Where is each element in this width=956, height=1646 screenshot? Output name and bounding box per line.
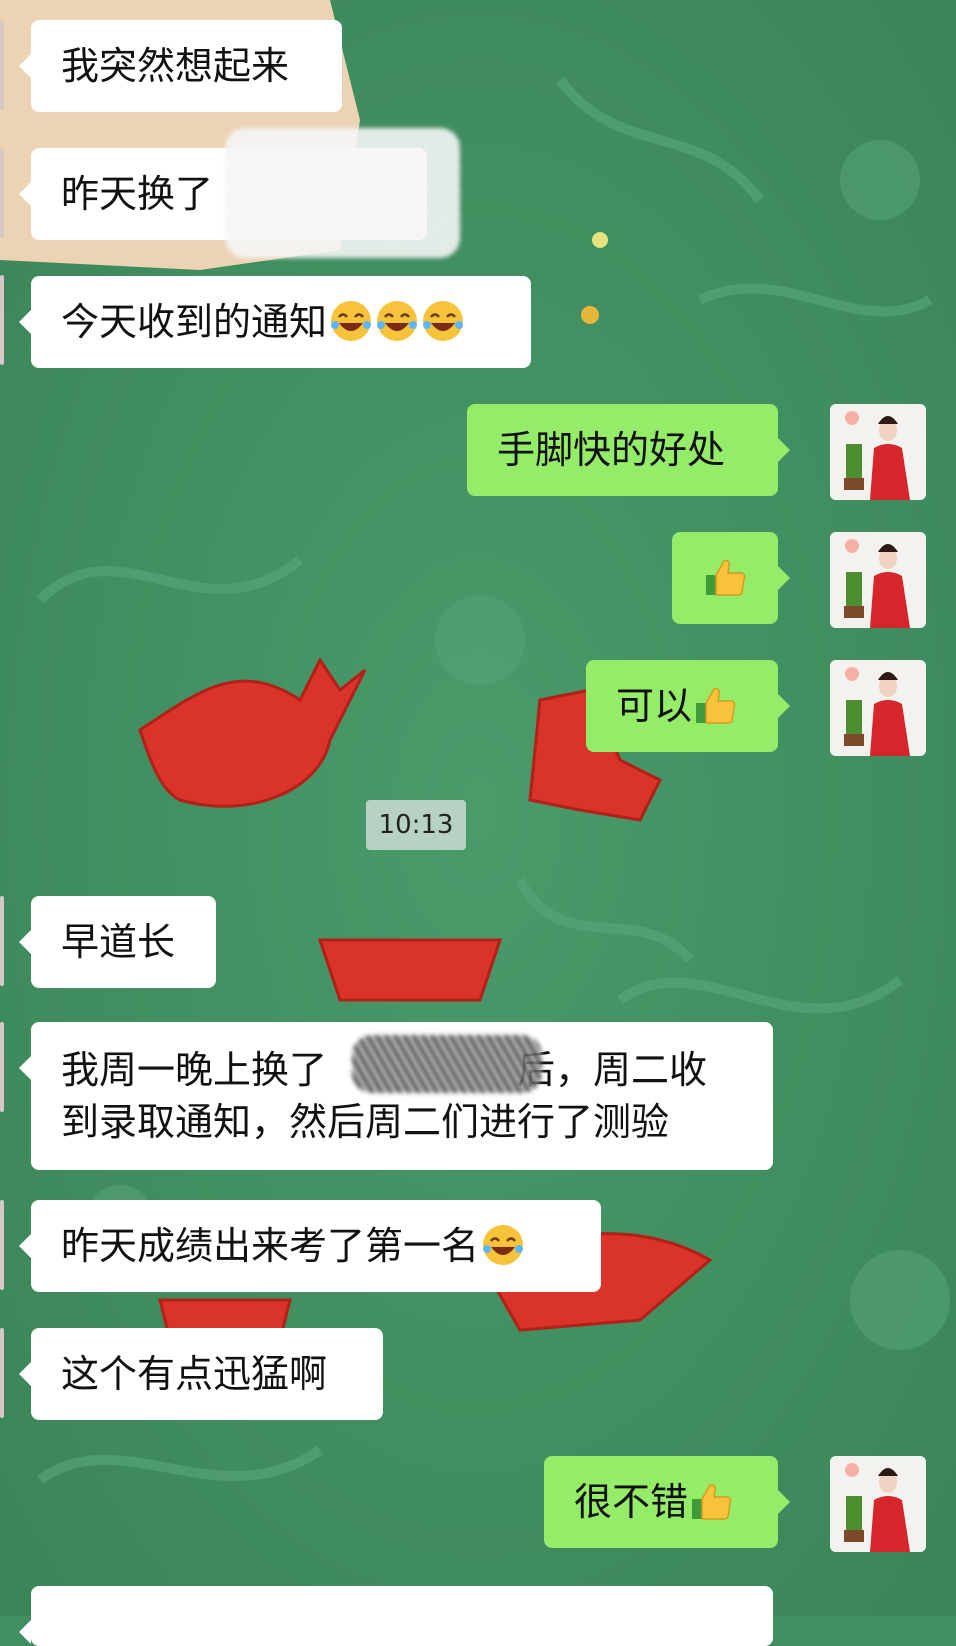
left-edge-avatar-strip	[0, 1200, 4, 1290]
avatar[interactable]	[830, 1456, 926, 1552]
thumbs-up-emoji	[696, 687, 736, 724]
redaction-blur	[225, 128, 460, 258]
message-text: 今天收到的通知	[61, 300, 328, 344]
message-text: 我突然想起来	[61, 44, 290, 88]
avatar-portrait-icon	[830, 532, 926, 628]
message-text: 昨天换了	[61, 172, 214, 216]
thumbs-up-emoji	[706, 559, 746, 596]
message-text: 可以	[616, 684, 693, 728]
avatar-portrait-icon	[830, 1456, 926, 1552]
left-edge-avatar-strip	[0, 20, 4, 110]
redaction-blur	[352, 1035, 542, 1093]
message-text: 我周一晚上换了	[61, 1048, 328, 1092]
message-text: 后，周二收	[517, 1048, 708, 1092]
avatar-portrait-icon	[830, 660, 926, 756]
left-edge-avatar-strip	[0, 275, 4, 365]
message-text: 这个有点迅猛啊	[61, 1352, 328, 1396]
message-bubble-incoming[interactable]: 我突然想起来	[19, 20, 342, 112]
message-bubble-outgoing[interactable]: 可以	[586, 660, 790, 752]
message-text: 昨天成绩出来考了第一名	[61, 1224, 480, 1268]
message-bubble-outgoing[interactable]: 手脚快的好处	[467, 404, 790, 496]
message-bubble-incoming[interactable]: 昨天成绩出来考了第一名	[19, 1200, 601, 1292]
message-bubble-incoming[interactable]: 今天收到的通知	[19, 276, 531, 368]
message-text: 到录取通知，然后周二们进行了测验	[61, 1100, 670, 1144]
message-bubble-incoming[interactable]	[19, 1586, 773, 1646]
message-text: 手脚快的好处	[497, 428, 726, 472]
message-bubble-incoming[interactable]: 早道长	[19, 896, 216, 988]
left-edge-avatar-strip	[0, 896, 4, 986]
message-bubble-outgoing[interactable]	[672, 532, 790, 624]
message-text-line: 到录取通知，然后周二们进行了测验	[61, 1096, 743, 1148]
laugh-cry-emoji	[483, 1225, 524, 1265]
thumbs-up-emoji	[692, 1483, 732, 1520]
left-edge-avatar-strip	[0, 1022, 4, 1112]
left-edge-avatar-strip	[0, 148, 4, 238]
message-text: 早道长	[61, 920, 176, 964]
timestamp-divider: 10:13	[366, 800, 466, 850]
avatar[interactable]	[830, 660, 926, 756]
left-edge-avatar-strip	[0, 1328, 4, 1418]
message-bubble-outgoing[interactable]: 很不错	[544, 1456, 790, 1548]
avatar-portrait-icon	[830, 404, 926, 500]
avatar[interactable]	[830, 532, 926, 628]
laugh-cry-emoji	[377, 301, 418, 341]
message-bubble-incoming[interactable]: 这个有点迅猛啊	[19, 1328, 383, 1420]
message-text: 很不错	[574, 1480, 689, 1524]
laugh-cry-emoji	[423, 301, 464, 341]
avatar[interactable]	[830, 404, 926, 500]
laugh-cry-emoji	[331, 301, 372, 341]
